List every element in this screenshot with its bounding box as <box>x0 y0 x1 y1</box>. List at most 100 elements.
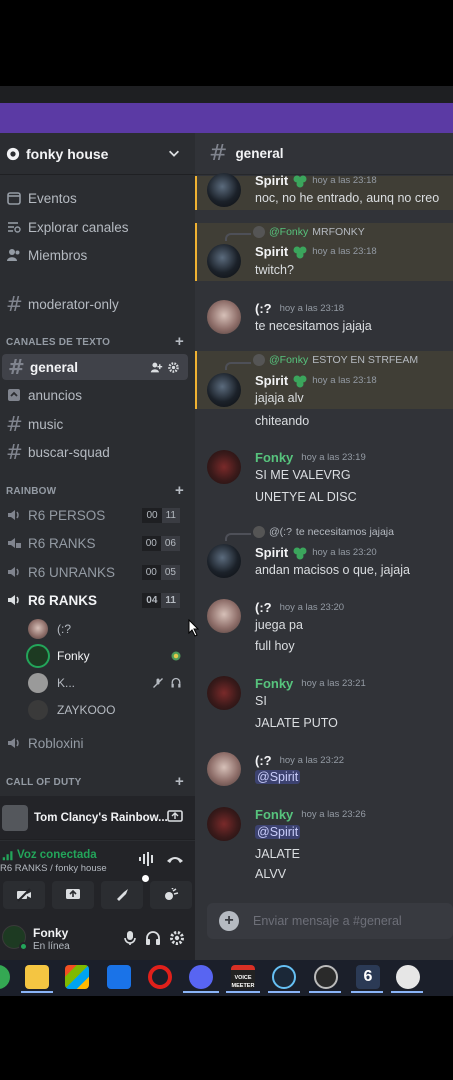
user-mention[interactable]: @Spirit <box>255 770 301 784</box>
channel-label: R6 RANKS <box>28 592 98 608</box>
add-channel-icon[interactable]: + <box>175 333 184 350</box>
category-text-channels[interactable]: CANALES DE TEXTO + <box>6 333 186 350</box>
avatar[interactable] <box>207 450 241 484</box>
user-mention[interactable]: @Spirit <box>255 825 301 839</box>
user-count: 00 <box>142 507 162 523</box>
username[interactable]: Fonky <box>33 926 68 940</box>
share-screen-button[interactable] <box>52 881 95 909</box>
add-channel-icon[interactable]: + <box>175 773 184 790</box>
channel-buscar-squad[interactable]: # buscar-squad <box>0 440 190 464</box>
avatar <box>28 646 48 666</box>
reply-preview[interactable]: @Fonky MRFONKY <box>253 226 365 238</box>
channel-general[interactable]: # general <box>2 354 188 380</box>
reply-preview[interactable]: @(:? te necesitamos jajaja <box>253 526 394 538</box>
steam-icon[interactable] <box>272 965 296 989</box>
avatar[interactable] <box>207 807 241 841</box>
avatar[interactable] <box>207 676 241 710</box>
message-header: Spirit hoy a las 23:20 <box>255 545 377 560</box>
message-author[interactable]: (:? <box>255 753 272 768</box>
noise-suppression-icon[interactable] <box>138 851 156 867</box>
nav-miembros[interactable]: Miembros <box>0 243 190 267</box>
message-author[interactable]: Fonky <box>255 450 293 465</box>
message-author[interactable]: (:? <box>255 600 272 615</box>
voice-member[interactable]: ZAYKOOO <box>28 698 188 722</box>
signal-icon <box>2 851 13 861</box>
chevron-down-icon[interactable] <box>167 146 181 160</box>
voice-member[interactable]: (:? <box>28 617 188 641</box>
message-timestamp: hoy a las 23:18 <box>312 246 377 257</box>
skull-app-icon[interactable] <box>396 965 420 989</box>
voice-member[interactable]: Fonky <box>28 644 188 668</box>
category-label: CANALES DE TEXTO <box>6 337 111 348</box>
discord-icon[interactable] <box>189 965 213 989</box>
invite-icon[interactable] <box>150 361 163 374</box>
avatar[interactable] <box>207 173 241 207</box>
active-indicator <box>21 991 53 993</box>
disconnect-icon[interactable] <box>166 853 184 865</box>
headphones-icon[interactable] <box>145 930 161 946</box>
message-author[interactable]: Spirit <box>255 373 288 388</box>
voice-channel-r6-ranks-a[interactable]: R6 RANKS 00 06 <box>0 531 190 555</box>
message-author[interactable]: Spirit <box>255 173 288 188</box>
mail-icon[interactable] <box>107 965 131 989</box>
server-header[interactable]: fonky house <box>0 133 195 175</box>
reply-connector <box>225 362 251 370</box>
voice-channel-r6-ranks-b[interactable]: R6 RANKS 04 11 <box>0 588 190 612</box>
avatar[interactable] <box>207 300 241 334</box>
message-author[interactable]: Fonky <box>255 807 293 822</box>
channel-moderator-only[interactable]: # moderator-only <box>0 292 190 316</box>
channel-music[interactable]: # music <box>0 412 190 436</box>
category-rainbow[interactable]: RAINBOW + <box>6 482 186 499</box>
avatar[interactable] <box>207 544 241 578</box>
opera-icon[interactable] <box>148 965 172 989</box>
message-input[interactable]: + Enviar mensaje a #general <box>207 903 453 939</box>
voice-member[interactable]: K... <box>28 671 188 695</box>
nav-eventos[interactable]: Eventos <box>0 186 190 210</box>
nav-explorar-canales[interactable]: Explorar canales <box>0 215 190 239</box>
message-author[interactable]: Spirit <box>255 545 288 560</box>
active-indicator <box>226 991 260 993</box>
camera-off-button[interactable] <box>3 881 46 909</box>
avatar[interactable] <box>207 244 241 278</box>
avatar[interactable] <box>207 373 241 407</box>
voice-channel-r6-unranks[interactable]: R6 UNRANKS 00 05 <box>0 560 190 584</box>
voice-status[interactable]: Voz conectada <box>2 849 97 861</box>
voice-channel-robloxini[interactable]: Robloxini <box>0 731 190 755</box>
user-settings-gear-icon[interactable] <box>169 930 185 946</box>
voice-channel-r6-persos[interactable]: R6 PERSOS 00 11 <box>0 503 190 527</box>
chrome-icon[interactable] <box>0 965 10 989</box>
message-author[interactable]: (:? <box>255 301 272 316</box>
voicemeeter-icon[interactable]: VOICE MEETER <box>231 965 255 989</box>
soundboard-button[interactable] <box>149 881 192 909</box>
user-limit: 11 <box>161 592 180 608</box>
settings-gear-icon[interactable] <box>167 361 180 374</box>
voice-channel-path[interactable]: R6 RANKS / fonky house <box>0 863 107 874</box>
activities-button[interactable] <box>100 875 149 909</box>
nav-label: Explorar canales <box>28 219 129 235</box>
channel-anuncios[interactable]: anuncios <box>0 383 190 407</box>
message-header: Spirit hoy a las 23:18 <box>255 373 377 388</box>
microphone-icon[interactable] <box>123 930 137 946</box>
reply-preview[interactable]: @Fonky ESTOY EN STRFEAM <box>253 354 418 366</box>
avatar[interactable] <box>207 599 241 633</box>
user-count: 00 <box>141 564 161 580</box>
speaker-icon <box>8 738 19 748</box>
add-attachment-icon[interactable]: + <box>219 911 239 931</box>
rainbow-six-icon[interactable]: 6 <box>356 965 380 989</box>
message-author[interactable]: Spirit <box>255 244 288 259</box>
store-icon[interactable] <box>65 965 89 989</box>
message-author[interactable]: Fonky <box>255 676 293 691</box>
file-explorer-icon[interactable] <box>25 965 49 989</box>
add-channel-icon[interactable]: + <box>175 482 184 499</box>
activity-icon <box>171 651 181 661</box>
game-activity-bar[interactable]: Tom Clancy's Rainbow... <box>0 796 195 840</box>
obs-icon[interactable] <box>314 965 338 989</box>
channel-label: R6 PERSOS <box>28 507 106 523</box>
stream-screen-icon[interactable] <box>167 810 183 824</box>
channel-label: Robloxini <box>28 735 84 751</box>
message-header: (:? hoy a las 23:20 <box>255 600 344 615</box>
announcement-icon <box>8 389 20 401</box>
category-call-of-duty[interactable]: CALL OF DUTY + <box>6 773 186 790</box>
active-indicator <box>391 991 423 993</box>
avatar[interactable] <box>207 752 241 786</box>
